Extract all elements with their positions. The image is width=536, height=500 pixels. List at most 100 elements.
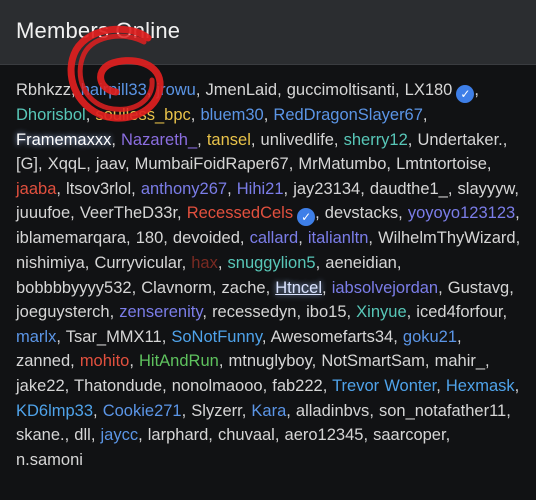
- member-link[interactable]: soulless_bpc: [95, 106, 190, 124]
- member-link[interactable]: Clavnorm: [141, 279, 212, 297]
- member-link[interactable]: goku21: [403, 328, 457, 346]
- member-link[interactable]: [G]: [16, 155, 38, 173]
- member-link[interactable]: n.samoni: [16, 451, 83, 469]
- member-link[interactable]: Undertaker.: [417, 131, 502, 149]
- member-link[interactable]: WilhelmThyWizard: [378, 229, 516, 247]
- member-link[interactable]: italianltn: [308, 229, 369, 247]
- separator: ,: [131, 179, 141, 198]
- member-link[interactable]: snuggylion5: [228, 254, 316, 272]
- member-link[interactable]: bobbbbyyyy532: [16, 279, 132, 297]
- panel-title: Members Online: [16, 18, 181, 43]
- member-link[interactable]: jaaba: [16, 180, 56, 198]
- member-link[interactable]: marlx: [16, 328, 56, 346]
- member-link[interactable]: devoided: [173, 229, 240, 247]
- member-link[interactable]: larphard: [148, 426, 209, 444]
- member-link[interactable]: iabsolvejordan: [332, 279, 438, 297]
- verified-check-icon: ✓: [297, 208, 316, 227]
- panel-header: Members Online: [0, 0, 536, 65]
- member-link[interactable]: VeerTheD33r: [80, 204, 177, 222]
- member-link[interactable]: juuufoe: [16, 204, 70, 222]
- member-link[interactable]: callard: [250, 229, 299, 247]
- member-link[interactable]: jrowu: [156, 81, 195, 99]
- member-link[interactable]: daudthe1_: [370, 180, 448, 198]
- member-link[interactable]: Nazareth_: [121, 131, 197, 149]
- member-link[interactable]: mohito: [80, 352, 130, 370]
- member-link[interactable]: jaav: [96, 155, 125, 173]
- separator: ,: [322, 376, 333, 395]
- member-link[interactable]: MumbaiFoidRaper67: [135, 155, 289, 173]
- member-link[interactable]: joeguysterch: [16, 303, 110, 321]
- member-link[interactable]: Awesomefarts34: [271, 328, 394, 346]
- member-link[interactable]: JmenLaid: [206, 81, 278, 99]
- member-link[interactable]: iblamemarqara: [16, 229, 126, 247]
- member-link[interactable]: Kara: [251, 402, 286, 420]
- member-link[interactable]: Tsar_MMX11: [66, 328, 162, 346]
- member-link[interactable]: alladinbvs: [296, 402, 369, 420]
- member-link[interactable]: aeneidian: [325, 254, 397, 272]
- member-link[interactable]: nishimiya: [16, 254, 85, 272]
- member-link[interactable]: ltsov3rlol: [66, 180, 131, 198]
- member-link[interactable]: slayyyw: [458, 180, 515, 198]
- member-link[interactable]: zanned: [16, 352, 70, 370]
- member-link[interactable]: chuvaal: [218, 426, 275, 444]
- member-link[interactable]: Thatondude: [74, 377, 162, 395]
- member-link[interactable]: recessedyn: [212, 303, 296, 321]
- member-link[interactable]: HitAndRun: [139, 352, 219, 370]
- member-link[interactable]: aero12345: [285, 426, 364, 444]
- separator: ,: [474, 81, 479, 99]
- member-link[interactable]: Xinyue: [356, 303, 406, 321]
- member-link[interactable]: dll: [74, 426, 91, 444]
- member-link[interactable]: SoNotFunny: [171, 328, 262, 346]
- member-link[interactable]: jay23134: [293, 180, 360, 198]
- member-link[interactable]: yoyoyo123123: [408, 204, 515, 222]
- member-link[interactable]: tansel: [207, 131, 251, 149]
- member-link[interactable]: hax: [191, 254, 218, 272]
- member-link[interactable]: RedDragonSlayer67: [273, 106, 423, 124]
- member-link[interactable]: LX180: [405, 81, 453, 99]
- member-link[interactable]: hairpill33: [81, 81, 147, 99]
- member-link[interactable]: Lmtntortoise: [396, 155, 487, 173]
- member-link[interactable]: zenserenity: [119, 303, 202, 321]
- member-link[interactable]: devstacks: [325, 204, 398, 222]
- member-link[interactable]: zache: [222, 279, 266, 297]
- member-link[interactable]: unlivedlife: [261, 131, 334, 149]
- member-link[interactable]: ibo15: [306, 303, 346, 321]
- separator: ,: [514, 376, 520, 395]
- member-link[interactable]: Curryvicular: [94, 254, 181, 272]
- member-link[interactable]: iced4forfour: [416, 303, 502, 321]
- separator: ,: [190, 106, 201, 124]
- member-link[interactable]: anthony267: [141, 180, 227, 198]
- member-link[interactable]: Rbhkzz: [16, 81, 71, 99]
- separator: ,: [227, 179, 237, 198]
- member-link[interactable]: mahir_: [435, 352, 485, 370]
- member-link[interactable]: jaycc: [100, 426, 138, 444]
- member-link[interactable]: Framemaxxx: [16, 131, 111, 149]
- member-link[interactable]: nonolmaooo: [172, 377, 263, 395]
- member-link[interactable]: XqqL: [48, 155, 87, 173]
- member-link[interactable]: Dhorisbol: [16, 106, 86, 124]
- member-link[interactable]: Slyzerr: [191, 402, 241, 420]
- member-link[interactable]: Gustavg: [448, 279, 509, 297]
- separator: ,: [131, 278, 142, 297]
- member-link[interactable]: KD6lmp33: [16, 402, 93, 420]
- separator: ,: [262, 376, 273, 395]
- member-link[interactable]: Htncel: [275, 279, 322, 297]
- member-link[interactable]: Hexmask: [446, 377, 515, 395]
- separator: ,: [177, 204, 187, 223]
- member-link[interactable]: Cookie271: [103, 402, 182, 420]
- member-link[interactable]: jake22: [16, 377, 65, 395]
- member-link[interactable]: Trevor Wonter: [332, 377, 436, 395]
- member-link[interactable]: fab222: [272, 377, 322, 395]
- member-link[interactable]: guccimoltisanti: [287, 81, 395, 99]
- member-link[interactable]: sherry12: [344, 131, 408, 149]
- member-link[interactable]: RecessedCels: [187, 204, 293, 222]
- member-link[interactable]: saarcoper: [373, 426, 445, 444]
- member-link[interactable]: skane.: [16, 426, 65, 444]
- member-link[interactable]: Hihi21: [237, 180, 284, 198]
- member-link[interactable]: son_notafather11: [379, 402, 506, 420]
- member-link[interactable]: NotSmartSam: [321, 352, 425, 370]
- member-link[interactable]: mtnuglyboy: [228, 352, 311, 370]
- member-link[interactable]: 180: [136, 229, 164, 247]
- member-link[interactable]: bluem30: [200, 106, 263, 124]
- member-link[interactable]: MrMatumbo: [298, 155, 386, 173]
